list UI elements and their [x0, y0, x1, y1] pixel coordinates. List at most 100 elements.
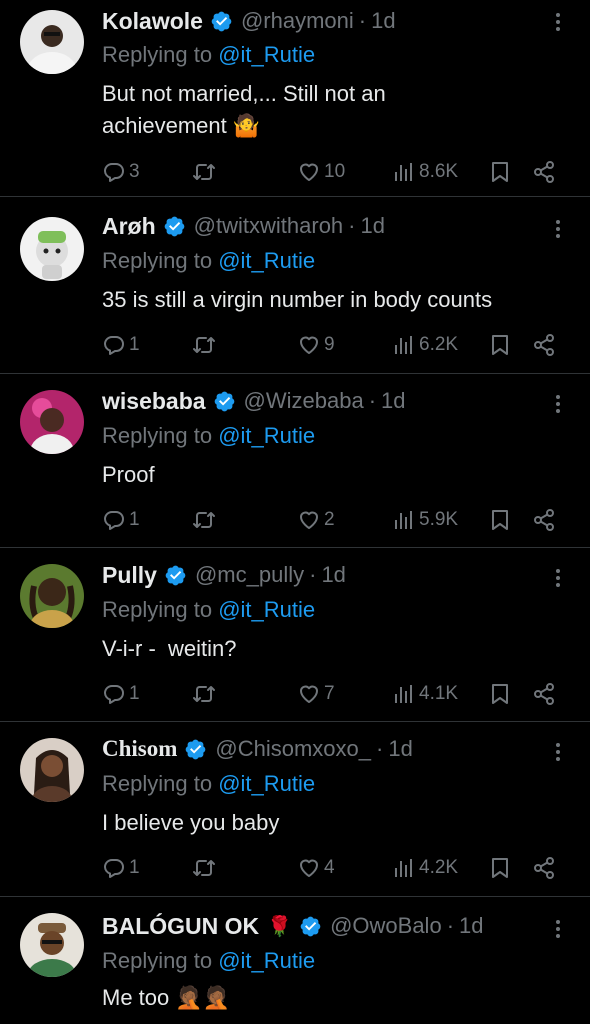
author-name[interactable]: Kolawole [102, 8, 203, 35]
replying-to-link[interactable]: @it_Rutie [218, 248, 315, 273]
avatar[interactable] [20, 564, 84, 628]
bookmark-button[interactable] [488, 853, 512, 883]
bookmark-button[interactable] [488, 330, 512, 360]
reply-button[interactable]: 1 [102, 679, 140, 709]
like-icon [297, 682, 321, 706]
share-button[interactable] [532, 853, 556, 883]
replying-label: Replying to [102, 771, 213, 796]
replying-to: Replying to @it_Rutie [102, 248, 315, 274]
tweet[interactable]: Pully @mc_pully · 1d Replying to @it_Rut… [0, 548, 590, 722]
avatar[interactable] [20, 10, 84, 74]
author-handle[interactable]: @Chisomxoxo_ [215, 736, 371, 762]
retweet-icon [192, 333, 216, 357]
tweet-text: I believe you baby [102, 810, 280, 835]
more-icon[interactable] [548, 917, 568, 941]
tweet-text: Proof [102, 462, 155, 487]
replying-to-link[interactable]: @it_Rutie [218, 42, 315, 67]
share-icon [532, 160, 556, 184]
like-icon [297, 856, 321, 880]
views-button[interactable]: 4.2K [392, 853, 458, 883]
reply-icon [102, 160, 126, 184]
retweet-button[interactable] [192, 679, 216, 709]
bookmark-icon [488, 333, 512, 357]
like-icon [297, 333, 321, 357]
view-count: 8.6K [419, 161, 459, 182]
more-icon[interactable] [548, 566, 568, 590]
action-bar: 1 4 4.2K [102, 853, 568, 883]
author-name[interactable]: Arøh [102, 213, 156, 240]
timestamp[interactable]: 1d [381, 388, 405, 414]
replying-to-link[interactable]: @it_Rutie [218, 597, 315, 622]
timestamp[interactable]: 1d [371, 8, 395, 34]
tweet[interactable]: BALÓGUN OK 🌹 @OwoBalo · 1d Replying to @… [0, 897, 590, 1024]
bookmark-button[interactable] [488, 679, 512, 709]
reply-button[interactable]: 1 [102, 853, 140, 883]
replying-to-link[interactable]: @it_Rutie [218, 423, 315, 448]
more-icon[interactable] [548, 740, 568, 764]
share-icon [532, 508, 556, 532]
tweet[interactable]: Kolawole @rhaymoni · 1d Replying to @it_… [0, 0, 590, 197]
retweet-button[interactable] [192, 505, 216, 535]
retweet-button[interactable] [192, 157, 216, 187]
separator: · [368, 388, 377, 413]
author-handle[interactable]: @mc_pully [195, 562, 304, 588]
share-button[interactable] [532, 505, 556, 535]
views-button[interactable]: 4.1K [392, 679, 458, 709]
more-icon[interactable] [548, 10, 568, 34]
tweet-text: But not married,... Still not an achieve… [102, 81, 386, 138]
author-name[interactable]: Chisom [102, 736, 177, 762]
replying-label: Replying to [102, 42, 213, 67]
tweet[interactable]: Chisom @Chisomxoxo_ · 1d Replying to @it… [0, 722, 590, 897]
share-button[interactable] [532, 330, 556, 360]
author-name[interactable]: BALÓGUN OK [102, 913, 259, 940]
author-handle[interactable]: @Wizebaba [244, 388, 364, 414]
separator: · [358, 8, 367, 33]
retweet-button[interactable] [192, 853, 216, 883]
replying-to-link[interactable]: @it_Rutie [218, 771, 315, 796]
author-name[interactable]: Pully [102, 562, 157, 589]
timestamp[interactable]: 1d [459, 913, 483, 939]
replying-to-link[interactable]: @it_Rutie [218, 948, 315, 973]
author-handle[interactable]: @rhaymoni [241, 8, 354, 34]
tweet[interactable]: Arøh @twitxwitharoh · 1d Replying to @it… [0, 197, 590, 374]
bookmark-icon [488, 682, 512, 706]
like-count: 7 [324, 683, 335, 704]
avatar[interactable] [20, 390, 84, 454]
reply-button[interactable]: 3 [102, 157, 140, 187]
reply-button[interactable]: 1 [102, 330, 140, 360]
avatar[interactable] [20, 217, 84, 281]
separator: · [446, 913, 455, 938]
reply-button[interactable]: 1 [102, 505, 140, 535]
replying-label: Replying to [102, 948, 213, 973]
action-bar: 1 9 6.2K [102, 330, 568, 360]
author-name[interactable]: wisebaba [102, 388, 206, 415]
bookmark-button[interactable] [488, 505, 512, 535]
tweet[interactable]: wisebaba @Wizebaba · 1d Replying to @it_… [0, 374, 590, 548]
share-button[interactable] [532, 679, 556, 709]
like-button[interactable]: 4 [297, 853, 335, 883]
bookmark-button[interactable] [488, 157, 512, 187]
replying-label: Replying to [102, 597, 213, 622]
like-button[interactable]: 9 [297, 330, 335, 360]
replying-label: Replying to [102, 248, 213, 273]
retweet-button[interactable] [192, 330, 216, 360]
more-icon[interactable] [548, 392, 568, 416]
like-button[interactable]: 10 [297, 157, 345, 187]
timestamp[interactable]: 1d [388, 736, 412, 762]
share-button[interactable] [532, 157, 556, 187]
avatar[interactable] [20, 738, 84, 802]
like-button[interactable]: 2 [297, 505, 335, 535]
like-count: 9 [324, 334, 335, 355]
author-handle[interactable]: @OwoBalo [330, 913, 442, 939]
avatar[interactable] [20, 913, 84, 977]
like-button[interactable]: 7 [297, 679, 335, 709]
timestamp[interactable]: 1d [321, 562, 345, 588]
timestamp[interactable]: 1d [361, 213, 385, 239]
views-button[interactable]: 8.6K [392, 157, 458, 187]
like-icon [297, 160, 321, 184]
author-handle[interactable]: @twitxwitharoh [194, 213, 344, 239]
views-button[interactable]: 5.9K [392, 505, 458, 535]
more-icon[interactable] [548, 217, 568, 241]
share-icon [532, 682, 556, 706]
views-button[interactable]: 6.2K [392, 330, 458, 360]
